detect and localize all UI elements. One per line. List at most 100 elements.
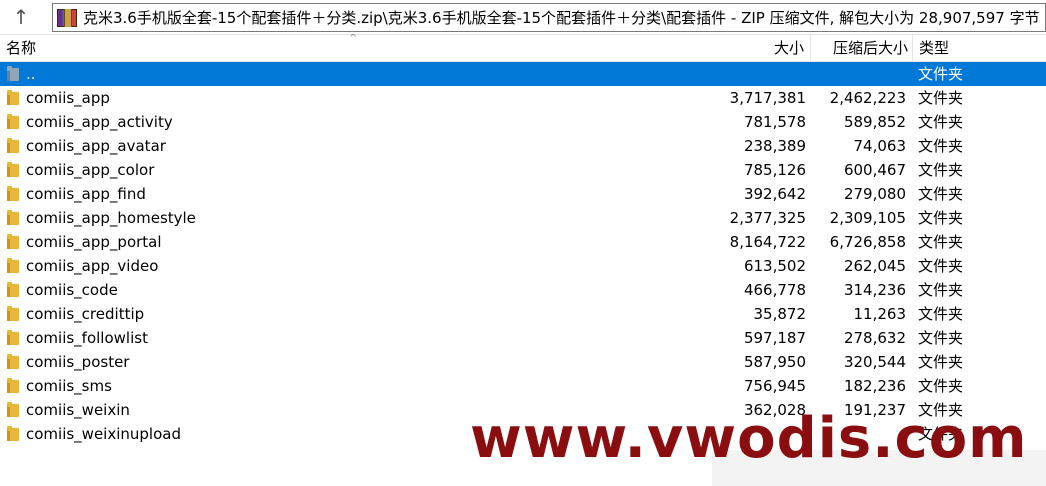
file-packed-size: 6,726,858 [829, 233, 906, 251]
file-packed-size: 320,544 [843, 353, 906, 371]
file-size: 597,187 [743, 329, 806, 347]
file-name: comiis_credittip [26, 305, 145, 323]
file-name: comiis_followlist [26, 329, 148, 347]
parent-folder-row[interactable]: .. 文件夹 [0, 62, 1046, 86]
file-name: comiis_app_homestyle [26, 209, 196, 227]
table-row[interactable]: comiis_followlist 597,187 278,632 文件夹 [0, 326, 1046, 350]
file-packed-size: 600,467 [843, 161, 906, 179]
file-packed-size: 262,045 [843, 257, 906, 275]
file-name: comiis_app_avatar [26, 137, 166, 155]
file-name: comiis_app_find [26, 185, 146, 203]
file-size: 2,377,325 [729, 209, 806, 227]
file-type: 文件夹 [918, 161, 964, 179]
table-row[interactable]: comiis_app_portal 8,164,722 6,726,858 文件夹 [0, 230, 1046, 254]
file-type: 文件夹 [918, 305, 964, 323]
table-row[interactable]: comiis_app 3,717,381 2,462,223 文件夹 [0, 86, 1046, 110]
file-size: 781,578 [743, 113, 806, 131]
file-type: 文件夹 [918, 353, 964, 371]
file-type: 文件夹 [918, 377, 964, 395]
file-name: comiis_app_portal [26, 233, 162, 251]
file-type: 文件夹 [918, 233, 964, 251]
table-row[interactable]: comiis_app_color 785,126 600,467 文件夹 [0, 158, 1046, 182]
file-list: .. 文件夹 comiis_app 3,717,381 2,462,223 文件夹 comi… [0, 62, 1046, 446]
file-name: comiis_app_color [26, 161, 155, 179]
file-type: 文件夹 [918, 113, 964, 131]
folder-icon [7, 86, 21, 110]
table-row[interactable]: comiis_app_activity 781,578 589,852 文件夹 [0, 110, 1046, 134]
file-name: comiis_weixin [26, 401, 130, 419]
file-packed-size: 74,063 [853, 137, 907, 155]
folder-icon [7, 278, 21, 302]
folder-icon [7, 134, 21, 158]
file-packed-size: 278,632 [843, 329, 906, 347]
file-packed-size: 2,309,105 [829, 209, 906, 227]
column-type[interactable]: 类型 [912, 35, 1046, 61]
file-size: 466,778 [743, 281, 806, 299]
file-packed-size: 589,852 [843, 113, 906, 131]
folder-icon [7, 326, 21, 350]
file-name: comiis_app [26, 89, 110, 107]
folder-icon [7, 350, 21, 374]
table-row[interactable]: comiis_app_avatar 238,389 74,063 文件夹 [0, 134, 1046, 158]
file-type: 文件夹 [918, 185, 964, 203]
file-size: 587,950 [743, 353, 806, 371]
folder-icon [7, 158, 21, 182]
table-row[interactable]: comiis_app_find 392,642 279,080 文件夹 [0, 182, 1046, 206]
file-packed-size: 11,263 [853, 305, 907, 323]
up-arrow-icon[interactable]: ↑ [6, 4, 36, 30]
file-size: 3,717,381 [729, 89, 806, 107]
folder-icon [7, 422, 21, 446]
folder-icon [7, 374, 21, 398]
file-packed-size: 279,080 [843, 185, 906, 203]
folder-icon [7, 230, 21, 254]
folder-icon [7, 398, 21, 422]
file-packed-size: 314,236 [843, 281, 906, 299]
folder-icon [7, 62, 21, 86]
file-name: .. [26, 65, 36, 83]
table-row[interactable]: comiis_credittip 35,872 11,263 文件夹 [0, 302, 1046, 326]
file-size: 613,502 [743, 257, 806, 275]
file-name: comiis_sms [26, 377, 112, 395]
file-name: comiis_app_video [26, 257, 159, 275]
file-name: comiis_code [26, 281, 118, 299]
archive-icon [57, 8, 77, 27]
sort-ascending-icon: ^ [349, 33, 358, 44]
file-size: 756,945 [743, 377, 806, 395]
folder-icon [7, 254, 21, 278]
table-row[interactable]: comiis_poster 587,950 320,544 文件夹 [0, 350, 1046, 374]
file-size [712, 62, 806, 86]
column-size[interactable]: 大小 [712, 35, 808, 61]
file-name: comiis_app_activity [26, 113, 173, 131]
file-size: 8,164,722 [729, 233, 806, 251]
address-bar: ↑ 克米3.6手机版全套-15个配套插件＋分类.zip\克米3.6手机版全套-1… [0, 0, 1046, 35]
file-type: 文件夹 [918, 329, 964, 347]
file-size: 785,126 [743, 161, 806, 179]
path-text: 克米3.6手机版全套-15个配套插件＋分类.zip\克米3.6手机版全套-15个… [83, 9, 1040, 27]
path-field[interactable]: 克米3.6手机版全套-15个配套插件＋分类.zip\克米3.6手机版全套-15个… [52, 3, 1046, 32]
file-name: comiis_weixinupload [26, 425, 181, 443]
file-size: 238,389 [743, 137, 806, 155]
folder-icon [7, 110, 21, 134]
watermark: www.vwodis.com [470, 406, 1028, 471]
table-row[interactable]: comiis_app_homestyle 2,377,325 2,309,105 文件… [0, 206, 1046, 230]
folder-icon [7, 182, 21, 206]
file-packed-size [810, 62, 906, 86]
file-type: 文件夹 [918, 257, 964, 275]
file-name: comiis_poster [26, 353, 130, 371]
file-type: 文件夹 [918, 65, 964, 83]
file-packed-size: 2,462,223 [829, 89, 906, 107]
column-packed-size[interactable]: 压缩后大小 [810, 35, 910, 61]
table-row[interactable]: comiis_app_video 613,502 262,045 文件夹 [0, 254, 1046, 278]
file-size: 35,872 [753, 305, 807, 323]
folder-icon [7, 206, 21, 230]
file-type: 文件夹 [918, 209, 964, 227]
file-type: 文件夹 [918, 137, 964, 155]
folder-icon [7, 302, 21, 326]
table-row[interactable]: comiis_code 466,778 314,236 文件夹 [0, 278, 1046, 302]
file-size: 392,642 [743, 185, 806, 203]
table-row[interactable]: comiis_sms 756,945 182,236 文件夹 [0, 374, 1046, 398]
file-type: 文件夹 [918, 89, 964, 107]
column-header: 名称 ^ 大小 压缩后大小 类型 [0, 33, 1046, 62]
file-type: 文件夹 [918, 281, 964, 299]
file-packed-size: 182,236 [843, 377, 906, 395]
